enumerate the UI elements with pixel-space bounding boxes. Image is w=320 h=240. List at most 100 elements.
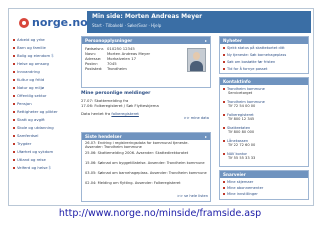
news-item-label: Tid for å fornye passet bbox=[227, 67, 268, 71]
bullet-icon bbox=[13, 86, 15, 89]
nav-item-label: Skole og utdanning bbox=[17, 125, 54, 130]
bullet-icon bbox=[223, 181, 225, 183]
nav-item[interactable]: Natur og miljø bbox=[13, 84, 73, 91]
nav-item-badge: $ bbox=[48, 165, 52, 170]
data-source-link[interactable]: folkeregisteret bbox=[111, 111, 139, 116]
news-item[interactable]: Ny tjeneste: Søk barnehageplass bbox=[223, 53, 307, 57]
bullet-icon bbox=[223, 187, 225, 189]
contact-box: Kontaktinfo Trondheim kommune Servicetor… bbox=[219, 77, 309, 167]
site-logo[interactable]: norge.no bbox=[19, 16, 88, 29]
news-item[interactable]: Tid for å fornye passet bbox=[223, 67, 307, 71]
bullet-icon bbox=[13, 126, 15, 129]
event-row[interactable]: 26.07: Endring i registreringsdata for k… bbox=[85, 141, 207, 150]
nav-item-label: Pensjon bbox=[17, 101, 32, 106]
notices-heading: Mine personlige meldinger bbox=[81, 91, 151, 96]
news-item-label: Sjekk status på skattekortet ditt bbox=[227, 46, 285, 50]
bullet-icon bbox=[223, 140, 225, 142]
personal-info-title-text: Personopplysninger bbox=[85, 38, 133, 43]
nav-item[interactable]: Utland og reise bbox=[13, 156, 73, 163]
data-source-prefix: Data hentet fra bbox=[81, 111, 111, 116]
nav-item[interactable]: Trygder bbox=[13, 140, 73, 147]
photo-head bbox=[193, 52, 200, 60]
contact-item-detail: Tlf 800 12 345 bbox=[228, 117, 255, 121]
nav-item-label: Arbeid og yrke bbox=[17, 37, 45, 42]
bullet-icon bbox=[223, 54, 225, 56]
bullet-icon bbox=[13, 46, 15, 49]
bullet-icon bbox=[223, 101, 225, 103]
news-title-text: Nyheter bbox=[223, 38, 242, 43]
left-navigation: Arbeid og yrke Barn og familie Bolig og … bbox=[9, 36, 73, 204]
news-item[interactable]: Sjekk status på skattekortet ditt bbox=[223, 46, 307, 50]
chevron-right-icon[interactable]: ▸ bbox=[205, 133, 207, 140]
screenshot: norge.no Min side: Morten Andreas Meyer … bbox=[8, 8, 314, 206]
bullet-icon bbox=[13, 102, 15, 105]
event-row[interactable]: 25.06: Skattemelding 2006. Avsender: Ska… bbox=[85, 151, 207, 155]
contact-item-detail: Servicetorget bbox=[228, 91, 253, 95]
nav-item[interactable]: Arbeid og yrke bbox=[13, 36, 73, 43]
bullet-icon bbox=[13, 110, 15, 113]
nav-item[interactable]: Pensjon bbox=[13, 100, 73, 107]
nav-item-label: Trygder bbox=[17, 141, 32, 146]
shortcuts-title: Snarveier bbox=[220, 171, 308, 178]
bullet-icon bbox=[223, 114, 225, 116]
nav-item-label: Rettigheter og plikter bbox=[17, 109, 58, 114]
notice-line[interactable]: 17.06: Folkeregisteret / Søk Flytteskjem… bbox=[81, 103, 159, 108]
nav-item[interactable]: Samferdsel bbox=[13, 132, 73, 139]
my-data-link[interactable]: >> mine data bbox=[184, 116, 209, 120]
shortcut-item-label: Mine abonnementer bbox=[227, 186, 264, 190]
field-value: Trondheim bbox=[107, 66, 127, 71]
page-title: Min side: Morten Andreas Meyer bbox=[92, 13, 203, 20]
nav-item-label: Velferd og helse bbox=[17, 165, 48, 170]
nav-item-label: Natur og miljø bbox=[17, 85, 44, 90]
nav-item[interactable]: Rettigheter og plikter bbox=[13, 108, 73, 115]
nav-item-label: Helse og omsorg bbox=[17, 61, 49, 66]
bullet-icon bbox=[13, 150, 15, 153]
photo-body bbox=[190, 61, 203, 71]
see-all-link[interactable]: >> se hele listen bbox=[177, 194, 208, 198]
nav-item[interactable]: Skole og utdanning bbox=[13, 124, 73, 131]
page-url-caption: http://www.norge.no/minside/framside.asp bbox=[58, 208, 262, 219]
shortcut-item[interactable]: Mine skjemaer bbox=[223, 180, 307, 184]
bullet-icon bbox=[13, 118, 15, 121]
nav-item[interactable]: Helse og omsorg bbox=[13, 60, 73, 67]
shortcut-item-label: Mine skjemaer bbox=[227, 180, 254, 184]
event-row[interactable]: 02.04: Melding om flytting. Avsender: Fo… bbox=[85, 181, 207, 185]
contact-item-detail: Tlf 22 72 60 00 bbox=[228, 143, 256, 147]
nav-item[interactable]: Bolig og eiendom $ bbox=[13, 52, 73, 59]
shortcut-item-label: Mine innstillinger bbox=[227, 192, 258, 196]
bullet-icon bbox=[13, 158, 15, 161]
nav-item-label: Kultur og fritid bbox=[17, 77, 45, 82]
contact-title-text: Kontaktinfo bbox=[223, 79, 251, 84]
site-header: norge.no Min side: Morten Andreas Meyer … bbox=[9, 9, 313, 35]
nav-item[interactable]: Skatt og avgift bbox=[13, 116, 73, 123]
event-row[interactable]: 15.06: Søknad om byggetillatelse. Avsend… bbox=[85, 161, 207, 165]
nav-item[interactable]: Velferd og helse $ bbox=[13, 164, 73, 171]
shortcut-item[interactable]: Mine innstillinger bbox=[223, 192, 307, 196]
bullet-icon bbox=[13, 166, 15, 169]
bullet-icon bbox=[13, 134, 15, 137]
events-title-text: Siste hendelser bbox=[85, 134, 122, 139]
news-item[interactable]: Søk om bostøtte før fristen bbox=[223, 60, 307, 64]
nav-item-badge: $ bbox=[51, 53, 54, 58]
shortcut-item[interactable]: Mine abonnementer bbox=[223, 186, 307, 190]
chevron-right-icon[interactable]: ▸ bbox=[205, 37, 207, 44]
user-photo bbox=[187, 48, 206, 72]
shortcuts-title-text: Snarveier bbox=[223, 172, 246, 177]
news-title: Nyheter bbox=[220, 37, 308, 44]
nav-item-label: Samferdsel bbox=[17, 133, 39, 138]
bullet-icon bbox=[13, 54, 15, 57]
nav-item[interactable]: Uførhet og sykdom bbox=[13, 148, 73, 155]
banner-links[interactable]: Start · Tilbakebl · Søke/Svar · Hjelp bbox=[92, 23, 161, 28]
bullet-icon bbox=[223, 68, 225, 70]
nav-item[interactable]: Kultur og fritid bbox=[13, 76, 73, 83]
nav-item-label: Skatt og avgift bbox=[17, 117, 45, 122]
bullet-icon bbox=[223, 61, 225, 63]
right-column: Nyheter Sjekk status på skattekortet dit… bbox=[219, 36, 309, 204]
event-row[interactable]: 03.05: Søknad om barnehageplass. Avsende… bbox=[85, 171, 207, 175]
nav-item[interactable]: Barn og familie bbox=[13, 44, 73, 51]
data-source-line: Data hentet fra folkeregisteret bbox=[81, 111, 139, 116]
bullet-icon bbox=[13, 142, 15, 145]
nav-item[interactable]: Innvandring bbox=[13, 68, 73, 75]
news-item-label: Ny tjeneste: Søk barnehageplass bbox=[227, 53, 287, 57]
nav-item[interactable]: Offentlig sektor bbox=[13, 92, 73, 99]
